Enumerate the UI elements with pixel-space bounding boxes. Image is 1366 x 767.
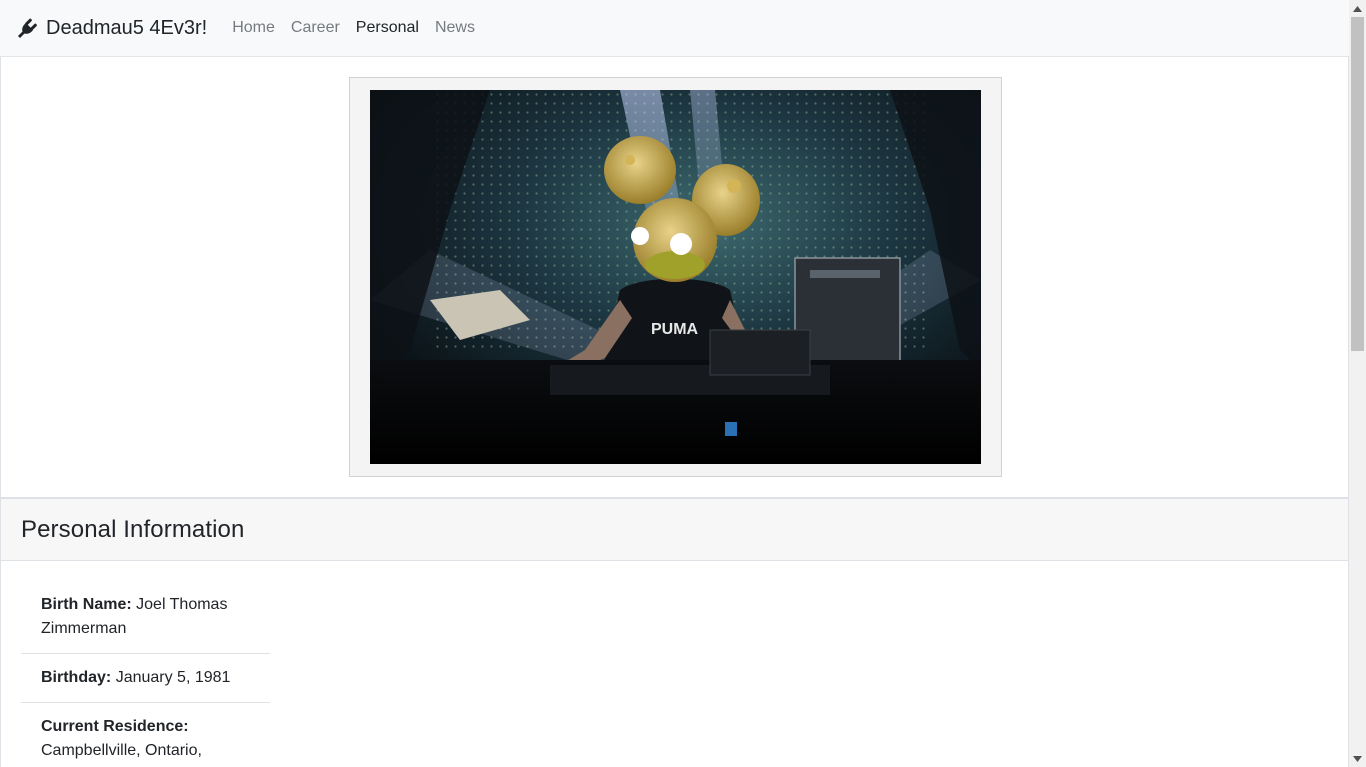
nav-personal[interactable]: Personal: [348, 16, 427, 40]
vertical-scrollbar[interactable]: [1349, 0, 1366, 767]
nav-career[interactable]: Career: [283, 16, 348, 40]
brand-text: Deadmau5 4Ev3r!: [46, 17, 208, 39]
scroll-thumb[interactable]: [1351, 17, 1364, 351]
scroll-up-arrow-icon[interactable]: [1349, 0, 1366, 17]
shirt-text: PUMA: [651, 321, 699, 338]
personal-info-card: Personal Information Birth Name: Joel Th…: [0, 498, 1349, 767]
list-item-birth-name: Birth Name: Joel Thomas Zimmerman: [21, 581, 270, 654]
scroll-down-arrow-icon[interactable]: [1349, 750, 1366, 767]
list-item-residence: Current Residence: Campbellville, Ontari…: [21, 703, 270, 767]
brand-link[interactable]: Deadmau5 4Ev3r!: [16, 16, 207, 40]
top-navbar: Deadmau5 4Ev3r! Home Career Personal New…: [0, 0, 1349, 56]
deadmau5-image: PUMA: [370, 90, 981, 464]
deadmau5-photo: PUMA: [370, 90, 981, 464]
personal-info-title: Personal Information: [21, 515, 245, 543]
nav-links: Home Career Personal News: [224, 16, 483, 40]
info-value: Campbellville, Ontario,: [41, 742, 202, 759]
info-label: Birthday:: [41, 669, 112, 686]
info-value: January 5, 1981: [115, 669, 231, 686]
info-label: Birth Name:: [41, 596, 132, 613]
info-label: Current Residence:: [41, 718, 189, 735]
photo-frame: PUMA: [349, 77, 1002, 477]
plug-icon: [18, 18, 37, 38]
photo-card: PUMA: [0, 56, 1349, 498]
nav-news[interactable]: News: [427, 16, 483, 40]
nav-home[interactable]: Home: [224, 16, 283, 40]
personal-info-header: Personal Information: [1, 499, 1348, 561]
list-item-birthday: Birthday: January 5, 1981: [21, 654, 270, 703]
personal-info-list: Birth Name: Joel Thomas Zimmerman Birthd…: [21, 581, 270, 767]
